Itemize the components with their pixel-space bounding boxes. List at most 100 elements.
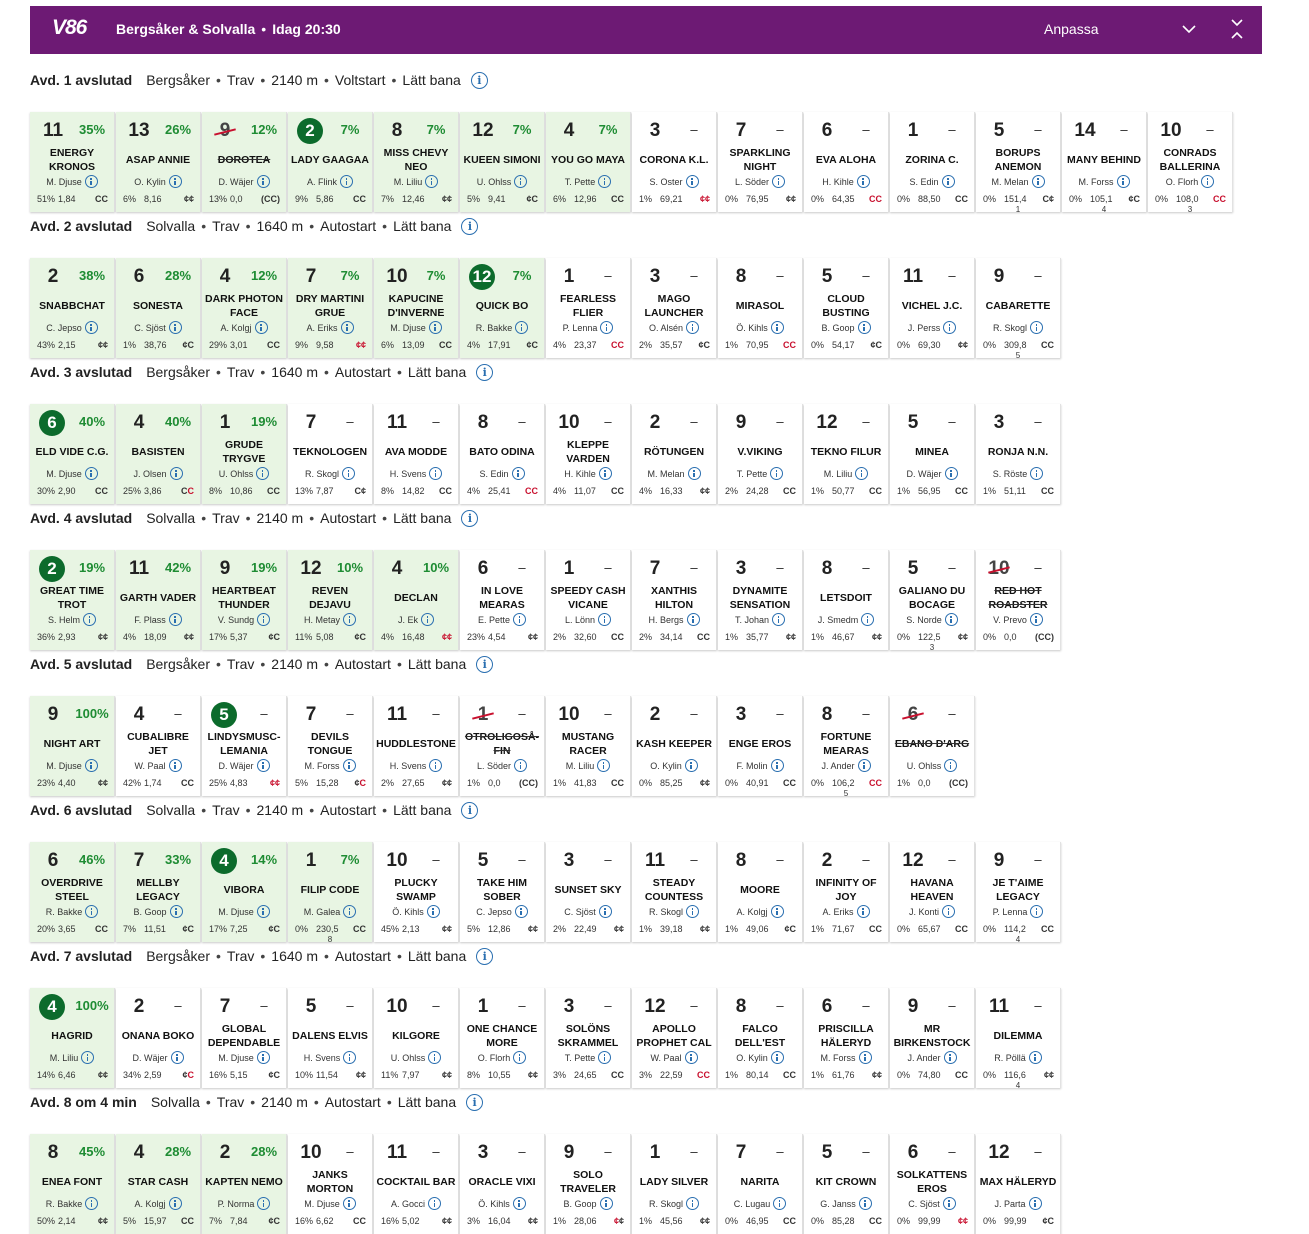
horse-card[interactable]: 6 46% OVERDRIVE STEEL R. Bakke 20% 3,65 CC [30,842,115,942]
driver-info-icon[interactable] [1029,613,1043,627]
driver-info-icon[interactable] [598,175,612,189]
horse-card[interactable]: 3 – DYNAMITE SENSATION T. Johan 1% 35,77 ¢¢ [718,550,803,650]
driver-info-icon[interactable] [600,321,614,335]
horse-card[interactable]: 11 – COCKTAIL BAR A. Gocci 16% 5,02 ¢¢ [374,1134,459,1234]
horse-card[interactable]: 12 – APOLLO PROPHET CAL W. Paal 3% 22,59 CC [632,988,717,1088]
horse-card[interactable]: 2 – RÖTUNGEN M. Melan 4% 16,33 ¢¢ [632,404,717,504]
driver-info-icon[interactable] [428,1197,441,1211]
driver-info-icon[interactable] [856,175,870,189]
driver-info-icon[interactable] [1201,175,1215,189]
horse-card[interactable]: 3 – ENGE EROS F. Molin 0% 40,91 CC [718,696,803,796]
driver-info-icon[interactable] [429,467,443,481]
driver-info-icon[interactable] [168,613,182,627]
driver-info-icon[interactable] [513,1051,527,1065]
driver-info-icon[interactable] [168,175,182,189]
driver-info-icon[interactable] [861,613,875,627]
driver-info-icon[interactable] [428,321,442,335]
horse-card[interactable]: 8 7% MISS CHEVY NEO M. Liliu 7% 12,46 ¢¢ [374,112,459,212]
driver-info-icon[interactable] [941,175,955,189]
driver-info-icon[interactable] [168,759,182,773]
driver-info-icon[interactable] [257,1197,271,1211]
driver-info-icon[interactable] [770,467,784,481]
horse-card[interactable]: 8 45% ENEA FONT R. Bakke 50% 2,14 ¢¢ [30,1134,115,1234]
horse-card[interactable]: 6 – IN LOVE MEARAS E. Pette 23% 4,54 ¢¢ [460,550,545,650]
horse-card[interactable]: 7 – SPARKLING NIGHT L. Söder 0% 76,95 ¢¢ [718,112,803,212]
horse-card[interactable]: 7 – GLOBAL DEPENDABLE M. Djuse 16% 5,15 ¢C [202,988,287,1088]
horse-card[interactable]: 4 100% HAGRID M. Liliu 14% 6,46 ¢¢ [30,988,115,1088]
horse-card[interactable]: 12 7% QUICK BO R. Bakke 4% 17,91 ¢C [460,258,545,358]
driver-info-icon[interactable] [170,1051,184,1065]
horse-card[interactable]: 10 – KLEPPE VARDEN H. Kihle 4% 11,07 CC [546,404,631,504]
horse-card[interactable]: 11– DILEMMA R. Pöllä 0% 116,6 ¢¢ 4 [976,988,1061,1090]
horse-card[interactable]: 12 – TEKNO FILUR M. Liliu 1% 50,77 CC [804,404,889,504]
driver-info-icon[interactable] [425,175,439,189]
driver-info-icon[interactable] [598,613,612,627]
driver-info-icon[interactable] [514,905,528,919]
driver-info-icon[interactable] [340,175,353,189]
horse-card[interactable]: 5 – CLOUD BUSTING B. Goop 0% 54,17 ¢C [804,258,889,358]
horse-card[interactable]: 7 33% MELLBY LEGACY B. Goop 7% 11,51 ¢C [116,842,201,942]
horse-card[interactable]: 1 – SPEEDY CASH VICANE L. Lönn 2% 32,60 CC [546,550,631,650]
horse-card[interactable]: 10 – JANKS MORTON M. Djuse 16% 6,62 CC [288,1134,373,1234]
driver-info-icon[interactable] [256,467,270,481]
driver-info-icon[interactable] [513,613,527,627]
race-info-icon[interactable]: i [476,363,494,381]
horse-card[interactable]: 4 – CUBALIBRE JET W. Paal 42% 1,74 CC [116,696,201,796]
horse-card[interactable]: 10– RED HOT ROADSTER V. Prevo 0% 0,0 (CC) [976,550,1061,650]
horse-card[interactable]: 5 – LINDYSMUSC-LEMANIA D. Wäjer 25% 4,83 ¢¢ [202,696,287,796]
driver-info-icon[interactable] [770,905,784,919]
horse-card[interactable]: 11 – VICHEL J.C. J. Perss 0% 69,30 ¢¢ [890,258,975,358]
driver-info-icon[interactable] [687,467,701,481]
horse-card[interactable]: 2 19% GREAT TIME TROT S. Helm 36% 2,93 ¢¢ [30,550,115,650]
horse-card[interactable]: 1 – LADY SILVER R. Skogl 1% 45,56 ¢¢ [632,1134,717,1234]
horse-card[interactable]: 8 – FALCO DELL'EST O. Kylin 1% 80,14 CC [718,988,803,1088]
horse-card[interactable]: 4 12% DARK PHOTON FACE A. Kolgj 29% 3,01 CC [202,258,287,358]
driver-info-icon[interactable] [342,759,356,773]
driver-info-icon[interactable] [1030,905,1044,919]
driver-info-icon[interactable] [256,1051,270,1065]
horse-card[interactable]: 4 7% YOU GO MAYA T. Pette 6% 12,96 CC [546,112,631,212]
driver-info-icon[interactable] [858,1197,872,1211]
horse-card[interactable]: 10 – MUSTANG RACER M. Liliu 1% 41,83 CC [546,696,631,796]
driver-info-icon[interactable] [81,1051,95,1065]
horse-card[interactable]: 8 – LETSDOIT J. Smedm 1% 46,67 ¢¢ [804,550,889,650]
horse-card[interactable]: 10 – KILGORE U. Ohlss 11% 7,97 ¢¢ [374,988,459,1088]
driver-info-icon[interactable] [686,905,699,919]
driver-info-icon[interactable] [514,759,528,773]
race-info-icon[interactable]: i [470,71,488,89]
driver-info-icon[interactable] [169,467,183,481]
driver-info-icon[interactable] [770,1051,784,1065]
horse-card[interactable]: 10 – PLUCKY SWAMP Ö. Kihls 45% 2,13 ¢¢ [374,842,459,942]
horse-card[interactable]: 10– CONRADS BALLERINA O. Florh 0% 108,0 CC 3 [1148,112,1233,214]
horse-card[interactable]: 9 12% DOROTEA D. Wäjer 13% 0,0 (CC) [202,112,287,212]
driver-info-icon[interactable] [84,175,98,189]
driver-info-icon[interactable] [343,613,356,627]
horse-card[interactable]: 7 – TEKNOLOGEN R. Skogl 13% 7,87 C¢ [288,404,373,504]
horse-card[interactable]: 2 – KASH KEEPER O. Kylin 0% 85,25 ¢¢ [632,696,717,796]
horse-card[interactable]: 13 26% ASAP ANNIE O. Kylin 6% 8,16 ¢¢ [116,112,201,212]
driver-info-icon[interactable] [857,321,871,335]
race-info-icon[interactable]: i [461,217,479,235]
driver-info-icon[interactable] [598,905,612,919]
driver-info-icon[interactable] [684,1051,698,1065]
horse-card[interactable]: 5– BORUPS ANEMON M. Melan 0% 151,4 C¢ 1 [976,112,1061,214]
horse-card[interactable]: 7 7% DRY MARTINI GRUE A. Eriks 9% 9,58 ¢¢ [288,258,373,358]
horse-card[interactable]: 11 42% GARTH VADER F. Plass 4% 18,09 ¢¢ [116,550,201,650]
driver-info-icon[interactable] [598,1051,612,1065]
horse-card[interactable]: 5– GALIANO DU BOCAGE S. Norde 0% 122,5 ¢¢ 3 [890,550,975,652]
driver-info-icon[interactable] [599,1197,613,1211]
horse-card[interactable]: 2 – INFINITY OF JOY A. Eriks 1% 71,67 CC [804,842,889,942]
race-info-icon[interactable]: i [476,947,494,965]
horse-card[interactable]: 9 100% NIGHT ART M. Djuse 23% 4,40 ¢¢ [30,696,115,796]
driver-info-icon[interactable] [1031,175,1045,189]
driver-info-icon[interactable] [168,1197,182,1211]
horse-card[interactable]: 8 – MOORE A. Kolgj 1% 49,06 ¢C [718,842,803,942]
horse-card[interactable]: 11 – AVA MODDE H. Svens 8% 14,82 CC [374,404,459,504]
race-info-icon[interactable]: i [461,801,479,819]
driver-info-icon[interactable] [512,1197,526,1211]
anpassa-button[interactable]: Anpassa [1044,21,1098,37]
horse-card[interactable]: 12 – HAVANA HEAVEN J. Konti 0% 65,67 CC [890,842,975,942]
horse-card[interactable]: 3 – CORONA K.L. S. Oster 1% 69,21 ¢¢ [632,112,717,212]
driver-info-icon[interactable] [857,759,871,773]
horse-card[interactable]: 9 19% HEARTBEAT THUNDER V. Sundg 17% 5,37 ¢C [202,550,287,650]
